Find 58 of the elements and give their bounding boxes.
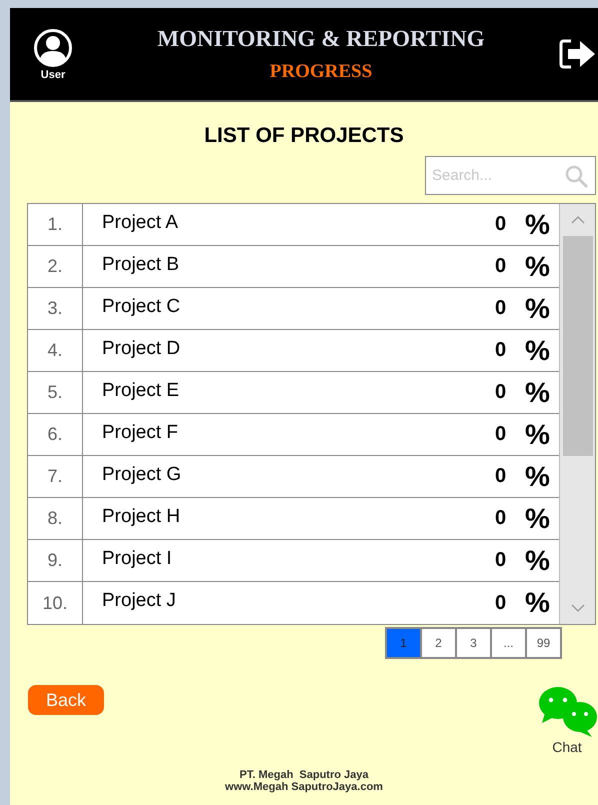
project-name[interactable]: Project E	[83, 372, 495, 413]
row-number: 8.	[28, 498, 83, 539]
project-name[interactable]: Project C	[83, 288, 495, 329]
project-name[interactable]: Project J	[83, 582, 495, 624]
page-title: LIST OF PROJECTS	[204, 124, 404, 148]
progress-value: 0	[495, 338, 508, 363]
project-name[interactable]: Project H	[83, 498, 495, 539]
row-number: 3.	[28, 288, 83, 329]
progress-value: 0	[495, 590, 508, 616]
progress-value: 0	[495, 296, 508, 321]
user-avatar-icon[interactable]	[33, 28, 73, 68]
row-number: 7.	[28, 456, 83, 497]
chat-bubbles-icon[interactable]	[536, 685, 598, 739]
user-label: User	[40, 68, 66, 80]
project-name[interactable]: Project F	[83, 414, 495, 455]
percent-sign: %	[525, 208, 551, 242]
page-button[interactable]: 2	[422, 629, 455, 657]
percent-sign: %	[525, 376, 551, 410]
project-name[interactable]: Project G	[83, 456, 495, 497]
row-number: 10.	[28, 582, 83, 624]
scroll-down-icon[interactable]	[570, 604, 584, 612]
progress-value: 0	[495, 254, 508, 279]
app-subtitle: PROGRESS	[270, 60, 372, 82]
progress-value: 0	[495, 212, 508, 237]
chat-label: Chat	[552, 739, 582, 755]
percent-sign: %	[525, 334, 551, 368]
progress-value: 0	[495, 548, 508, 573]
project-name[interactable]: Project A	[83, 204, 495, 245]
progress-value: 0	[495, 380, 508, 405]
percent-sign: %	[525, 502, 551, 536]
progress-value: 0	[495, 422, 508, 447]
project-name[interactable]: Project D	[83, 330, 495, 371]
row-number: 9.	[28, 540, 83, 581]
app-title: MONITORING & REPORTING	[157, 26, 485, 52]
progress-value: 0	[495, 506, 508, 531]
percent-sign: %	[525, 292, 551, 326]
percent-sign: %	[525, 544, 551, 578]
percent-sign: %	[525, 460, 551, 494]
page-button[interactable]: ...	[492, 629, 525, 657]
scroll-up-icon[interactable]	[570, 216, 584, 224]
website-address: www.Megah SaputroJaya.com	[225, 781, 383, 793]
row-number: 5.	[28, 372, 83, 413]
row-number: 2.	[28, 246, 83, 287]
project-name[interactable]: Project I	[83, 540, 495, 581]
page-button[interactable]: 3	[457, 629, 490, 657]
page-button[interactable]: 99	[527, 629, 560, 657]
progress-value: 0	[495, 464, 508, 489]
company-name: PT. Megah Saputro Jaya	[240, 769, 368, 781]
scrollbar-thumb[interactable]	[562, 236, 592, 456]
scrollbar[interactable]	[559, 204, 595, 624]
project-name[interactable]: Project B	[83, 246, 495, 287]
search-icon[interactable]	[564, 164, 588, 188]
percent-sign: %	[525, 418, 551, 452]
row-number: 1.	[28, 204, 83, 245]
row-number: 6.	[28, 414, 83, 455]
row-number: 4.	[28, 330, 83, 371]
percent-sign: %	[525, 250, 551, 284]
percent-sign: %	[525, 586, 551, 620]
